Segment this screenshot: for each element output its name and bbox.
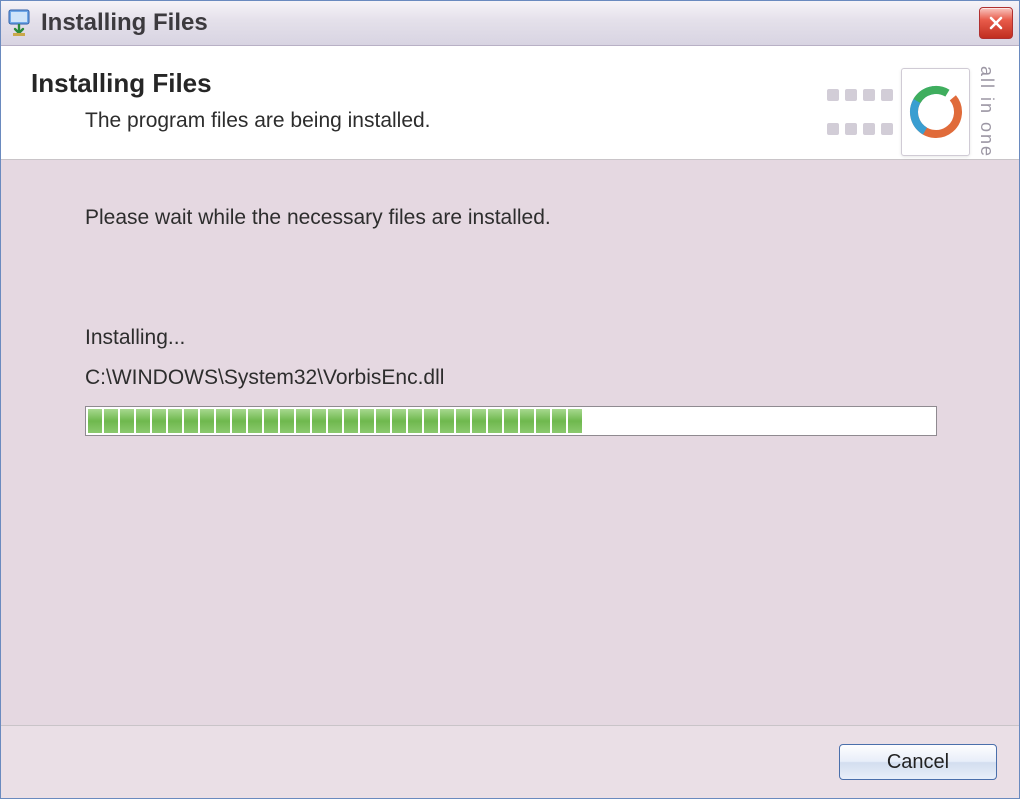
progress-segment bbox=[168, 409, 182, 433]
progress-segment bbox=[392, 409, 406, 433]
progress-segment bbox=[328, 409, 342, 433]
progress-segment bbox=[312, 409, 326, 433]
progress-segment bbox=[184, 409, 198, 433]
progress-segment bbox=[440, 409, 454, 433]
content-area: Please wait while the necessary files ar… bbox=[1, 160, 1019, 725]
close-button[interactable] bbox=[979, 7, 1013, 39]
brand-tagline: all in one bbox=[976, 66, 997, 158]
progress-segment bbox=[232, 409, 246, 433]
progress-segment bbox=[488, 409, 502, 433]
progress-segment bbox=[360, 409, 374, 433]
progress-segment bbox=[344, 409, 358, 433]
header-panel: Installing Files The program files are b… bbox=[1, 46, 1019, 160]
progress-segment bbox=[216, 409, 230, 433]
progress-segment bbox=[504, 409, 518, 433]
wait-message: Please wait while the necessary files ar… bbox=[85, 206, 935, 230]
progress-segment bbox=[280, 409, 294, 433]
progress-segment bbox=[424, 409, 438, 433]
progress-segment bbox=[296, 409, 310, 433]
progress-segment bbox=[152, 409, 166, 433]
progress-segment bbox=[264, 409, 278, 433]
progress-segment bbox=[456, 409, 470, 433]
progress-segment bbox=[520, 409, 534, 433]
progress-segment bbox=[120, 409, 134, 433]
progress-segment bbox=[536, 409, 550, 433]
brand-logo-area: all in one bbox=[827, 60, 997, 164]
window-title: Installing Files bbox=[41, 9, 979, 37]
title-bar: Installing Files bbox=[1, 1, 1019, 46]
installer-window: Installing Files Installing Files The pr… bbox=[0, 0, 1020, 799]
current-file-path: C:\WINDOWS\System32\VorbisEnc.dll bbox=[85, 366, 935, 390]
progress-segment bbox=[568, 409, 582, 433]
installing-label: Installing... bbox=[85, 326, 935, 350]
progress-segment bbox=[472, 409, 486, 433]
progress-segment bbox=[136, 409, 150, 433]
brand-logo-icon bbox=[901, 68, 970, 156]
progress-segment bbox=[104, 409, 118, 433]
progress-segment bbox=[88, 409, 102, 433]
installer-icon bbox=[7, 8, 31, 38]
progress-segment bbox=[200, 409, 214, 433]
cancel-button[interactable]: Cancel bbox=[839, 744, 997, 780]
progress-segment bbox=[376, 409, 390, 433]
close-icon bbox=[988, 15, 1004, 31]
progress-bar bbox=[85, 406, 937, 436]
progress-segment bbox=[248, 409, 262, 433]
progress-segment bbox=[552, 409, 566, 433]
footer-bar: Cancel bbox=[1, 725, 1019, 798]
progress-segment bbox=[408, 409, 422, 433]
film-strip-icon bbox=[827, 89, 893, 135]
